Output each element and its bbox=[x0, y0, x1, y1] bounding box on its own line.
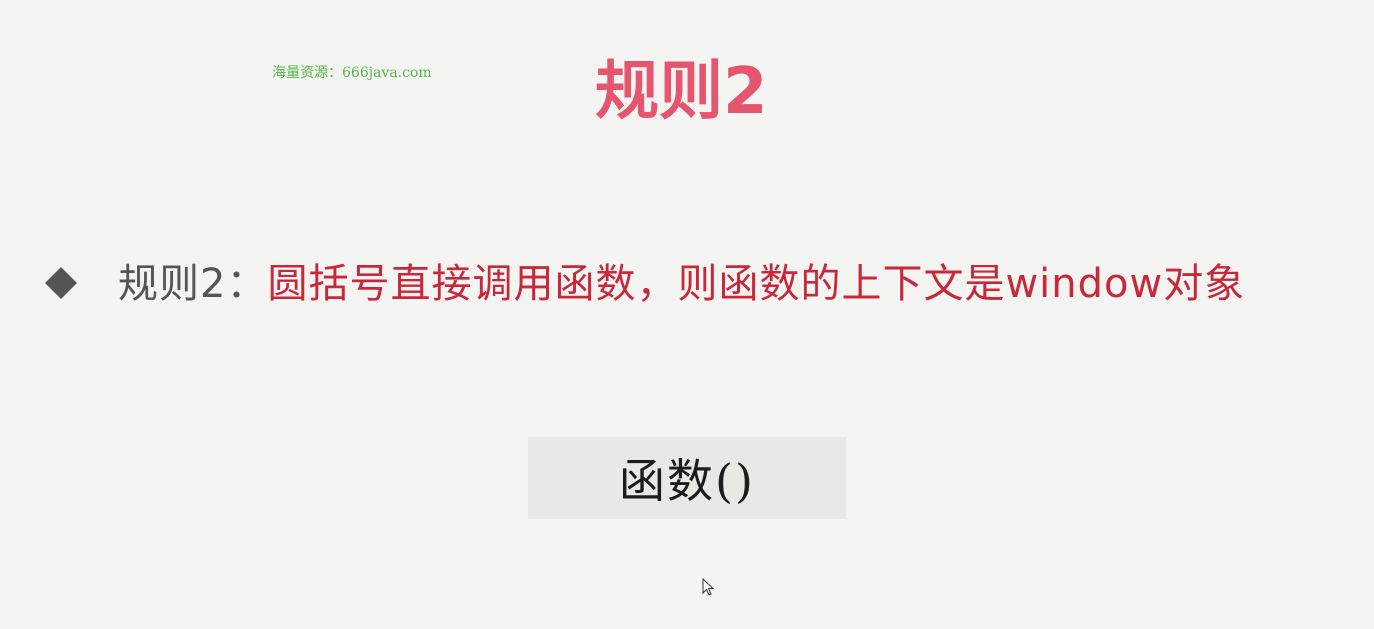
diamond-bullet-icon bbox=[44, 266, 78, 300]
watermark-text: 海量资源：666java.com bbox=[272, 65, 432, 81]
slide: 海量资源：666java.com 规则2 规则2：圆括号直接调用函数，则函数的上… bbox=[0, 0, 1374, 629]
code-example-box: 函数() bbox=[528, 437, 846, 519]
rule-text: 圆括号直接调用函数，则函数的上下文是window对象 bbox=[267, 261, 1246, 307]
code-example-text: 函数() bbox=[619, 454, 755, 508]
rule-label: 规则2： bbox=[118, 261, 268, 307]
rule-statement: 规则2：圆括号直接调用函数，则函数的上下文是window对象 bbox=[118, 250, 1330, 318]
slide-title: 规则2 bbox=[595, 55, 768, 129]
mouse-pointer-icon bbox=[702, 577, 715, 600]
